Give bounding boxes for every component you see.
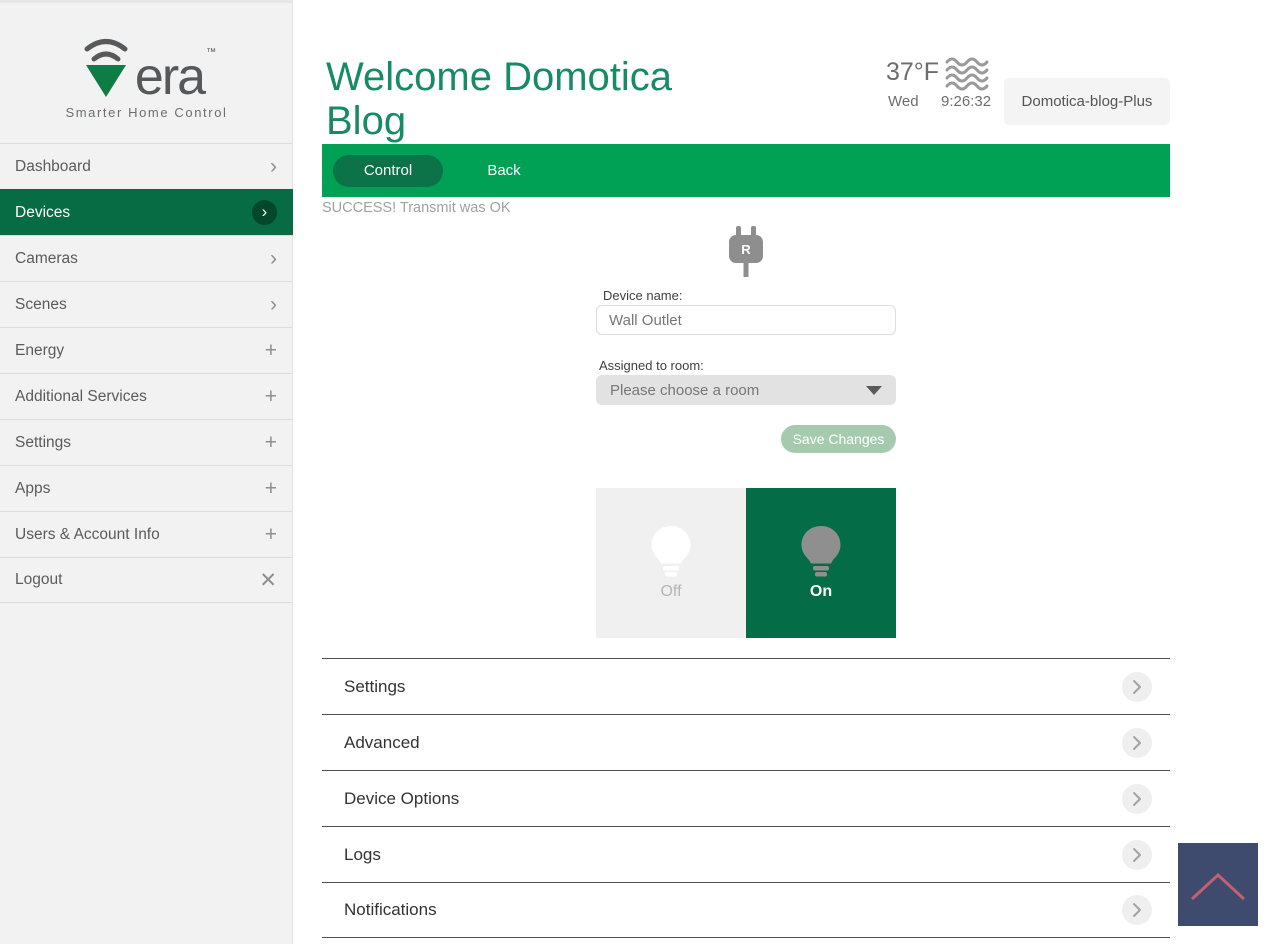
sidebar-item-label: Apps (15, 480, 265, 498)
section-settings[interactable]: Settings (322, 658, 1170, 714)
power-off-button[interactable]: Off (596, 488, 746, 638)
device-tab-bar: Control Back (322, 144, 1170, 197)
vera-logo: era ™ Smarter Home Control (0, 33, 293, 120)
temperature-reading: 37°F (886, 58, 939, 87)
power-on-label: On (810, 583, 832, 601)
sidebar-item-label: Settings (15, 434, 265, 452)
power-off-label: Off (660, 583, 681, 601)
chevron-down-icon (866, 386, 882, 395)
bulb-off-icon (646, 525, 696, 577)
room-label: Assigned to room: (599, 358, 704, 373)
device-sections: Settings Advanced Device Options Logs No… (322, 658, 1170, 938)
chevron-right-icon: › (270, 248, 277, 269)
chevron-right-icon: › (270, 294, 277, 315)
brand-wordmark: era ™ (0, 33, 293, 99)
sidebar-item-label: Energy (15, 342, 265, 360)
plug-device-icon: R (723, 226, 769, 278)
section-label: Logs (344, 845, 1122, 865)
section-label: Device Options (344, 789, 1122, 809)
chevron-right-icon (1122, 672, 1152, 702)
sidebar-item-energy[interactable]: Energy + (0, 327, 293, 373)
section-label: Advanced (344, 733, 1122, 753)
section-label: Notifications (344, 900, 1122, 920)
sidebar-item-additional-services[interactable]: Additional Services + (0, 373, 293, 419)
section-notifications[interactable]: Notifications (322, 882, 1170, 938)
plus-icon: + (265, 386, 277, 407)
sidebar-item-label: Cameras (15, 250, 270, 268)
controller-name-box[interactable]: Domotica-blog-Plus (1004, 78, 1170, 125)
sidebar-item-label: Logout (15, 571, 259, 589)
chevron-right-icon (1122, 728, 1152, 758)
weekday-label: Wed (888, 93, 919, 110)
save-changes-button[interactable]: Save Changes (781, 425, 896, 453)
page-title: Welcome Domotica Blog (326, 55, 672, 143)
section-advanced[interactable]: Advanced (322, 714, 1170, 770)
page-title-line2: Blog (326, 99, 672, 143)
room-select[interactable]: Please choose a room (596, 375, 896, 405)
sidebar-item-dashboard[interactable]: Dashboard › (0, 143, 293, 189)
plus-icon: + (265, 432, 277, 453)
section-device-options[interactable]: Device Options (322, 770, 1170, 826)
chevron-right-icon (1122, 840, 1152, 870)
sidebar: era ™ Smarter Home Control Dashboard › D… (0, 0, 293, 944)
chevron-up-icon (1186, 865, 1250, 905)
close-icon: ✕ (259, 570, 277, 591)
room-select-value: Please choose a room (610, 382, 866, 399)
sidebar-item-label: Dashboard (15, 158, 270, 176)
sidebar-item-apps[interactable]: Apps + (0, 465, 293, 511)
tab-control[interactable]: Control (333, 155, 443, 187)
fog-weather-icon (944, 56, 994, 92)
device-name-label: Device name: (603, 288, 682, 303)
chevron-right-circle-icon: › (252, 200, 277, 225)
status-message: SUCCESS! Transmit was OK (322, 200, 511, 216)
plus-icon: + (265, 478, 277, 499)
chevron-right-icon (1122, 784, 1152, 814)
sidebar-item-label: Devices (15, 204, 252, 222)
plug-icon-letter: R (741, 242, 751, 257)
bulb-on-icon (796, 525, 846, 577)
page-title-line1: Welcome Domotica (326, 55, 672, 99)
chevron-right-icon: › (270, 156, 277, 177)
vera-v-icon (77, 33, 135, 99)
power-on-button[interactable]: On (746, 488, 896, 638)
sidebar-item-label: Additional Services (15, 388, 265, 406)
sidebar-item-cameras[interactable]: Cameras › (0, 235, 293, 281)
sidebar-item-label: Scenes (15, 296, 270, 314)
plus-icon: + (265, 524, 277, 545)
sidebar-item-devices[interactable]: Devices › (0, 189, 293, 235)
brand-trademark: ™ (206, 47, 216, 58)
plus-icon: + (265, 340, 277, 361)
sidebar-item-users-account-info[interactable]: Users & Account Info + (0, 511, 293, 557)
power-toggle: Off On (596, 488, 896, 638)
chevron-right-icon (1122, 895, 1152, 925)
page: era ™ Smarter Home Control Dashboard › D… (0, 0, 1278, 944)
device-name-input[interactable] (596, 305, 896, 335)
section-label: Settings (344, 677, 1122, 697)
scroll-to-top-button[interactable] (1178, 843, 1258, 926)
brand-tagline: Smarter Home Control (0, 105, 293, 120)
sidebar-item-label: Users & Account Info (15, 526, 265, 544)
tab-back[interactable]: Back (473, 162, 535, 179)
clock-time: 9:26:32 (941, 93, 991, 110)
sidebar-item-settings[interactable]: Settings + (0, 419, 293, 465)
sidebar-item-logout[interactable]: Logout ✕ (0, 557, 293, 603)
section-logs[interactable]: Logs (322, 826, 1170, 882)
brand-text: era (135, 55, 204, 99)
sidebar-menu: Dashboard › Devices › Cameras › Scenes ›… (0, 143, 293, 603)
sidebar-item-scenes[interactable]: Scenes › (0, 281, 293, 327)
